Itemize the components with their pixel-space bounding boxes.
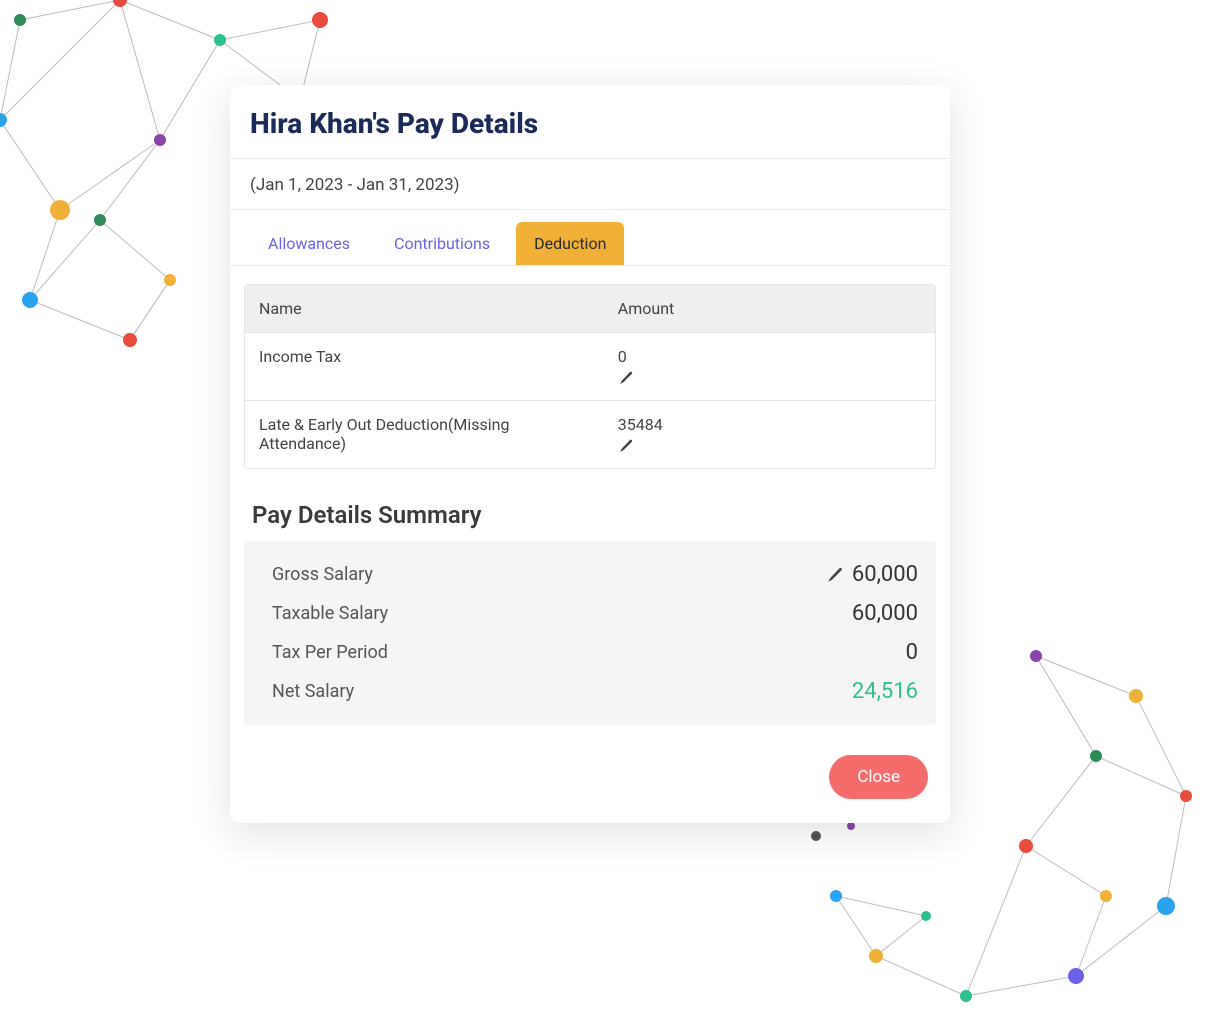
th-amount: Amount xyxy=(604,285,935,332)
summary-box: Gross Salary 60,000 Taxable Salary 60,00… xyxy=(244,541,936,725)
row-amount: 0 xyxy=(618,347,921,366)
deduction-table: Name Amount Income Tax 0 Late & Early Ou… xyxy=(244,284,936,469)
summary-row-taxable: Taxable Salary 60,000 xyxy=(272,594,918,633)
modal-footer: Close xyxy=(230,735,950,823)
summary-title: Pay Details Summary xyxy=(230,475,950,541)
row-amount-cell: 35484 xyxy=(604,401,935,468)
pencil-icon[interactable] xyxy=(826,566,844,584)
row-amount: 35484 xyxy=(618,415,921,434)
summary-amount: 0 xyxy=(906,640,918,665)
pencil-icon[interactable] xyxy=(618,438,634,454)
modal-title: Hira Khan's Pay Details xyxy=(250,107,930,140)
close-button[interactable]: Close xyxy=(829,755,928,799)
summary-label: Taxable Salary xyxy=(272,603,388,624)
tab-contributions[interactable]: Contributions xyxy=(376,222,508,265)
pay-details-modal: Hira Khan's Pay Details (Jan 1, 2023 - J… xyxy=(230,85,950,823)
summary-label: Tax Per Period xyxy=(272,642,388,663)
summary-row-net: Net Salary 24,516 xyxy=(272,672,918,711)
summary-label: Gross Salary xyxy=(272,564,373,585)
summary-label: Net Salary xyxy=(272,681,354,702)
table-header: Name Amount xyxy=(245,285,935,332)
pay-period: (Jan 1, 2023 - Jan 31, 2023) xyxy=(230,159,950,210)
summary-value: 60,000 xyxy=(826,562,918,587)
pencil-icon[interactable] xyxy=(618,370,634,386)
th-name: Name xyxy=(245,285,604,332)
summary-amount-net: 24,516 xyxy=(852,679,918,704)
summary-row-taxper: Tax Per Period 0 xyxy=(272,633,918,672)
row-amount-cell: 0 xyxy=(604,333,935,400)
row-name: Income Tax xyxy=(245,333,604,380)
modal-header: Hira Khan's Pay Details xyxy=(230,85,950,159)
tab-allowances[interactable]: Allowances xyxy=(250,222,368,265)
summary-amount: 60,000 xyxy=(852,601,918,626)
tab-deduction[interactable]: Deduction xyxy=(516,222,624,265)
row-name: Late & Early Out Deduction(Missing Atten… xyxy=(245,401,604,467)
tabs: Allowances Contributions Deduction xyxy=(230,210,950,266)
summary-row-gross: Gross Salary 60,000 xyxy=(272,555,918,594)
table-row: Late & Early Out Deduction(Missing Atten… xyxy=(245,400,935,468)
table-row: Income Tax 0 xyxy=(245,332,935,400)
summary-amount: 60,000 xyxy=(852,562,918,587)
